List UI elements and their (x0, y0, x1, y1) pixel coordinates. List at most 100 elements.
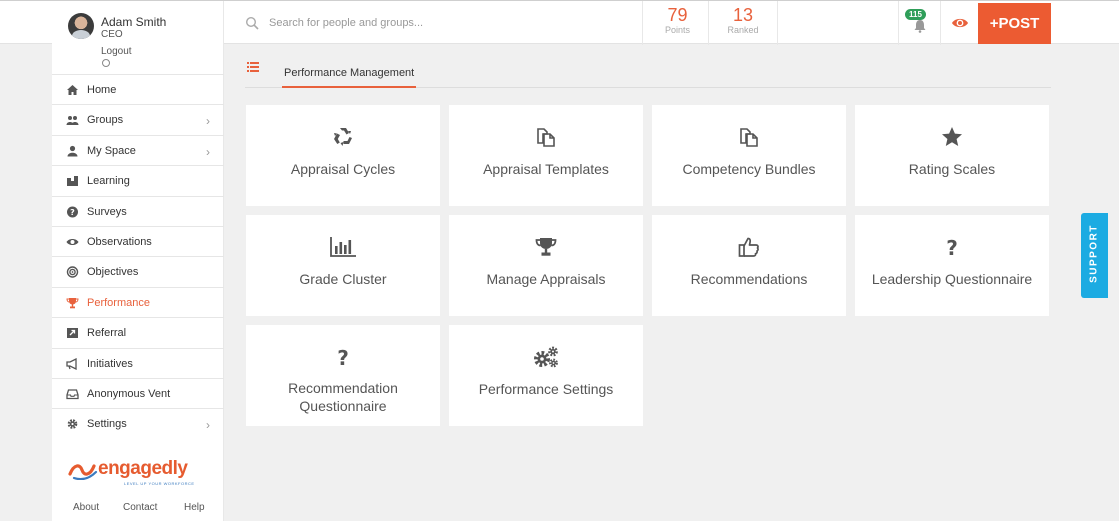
card-performance-settings[interactable]: Performance Settings (449, 325, 643, 426)
sidebar-item-home[interactable]: Home (52, 74, 224, 104)
trophy-icon (66, 297, 79, 309)
megaphone-icon (66, 357, 77, 370)
sidebar-item-groups[interactable]: Groups › (52, 104, 224, 134)
inbox-icon (66, 389, 79, 400)
recycle-icon (334, 128, 352, 146)
eye-icon (952, 18, 968, 28)
card-rating-scales[interactable]: Rating Scales (855, 105, 1049, 206)
card-competency-bundles[interactable]: Competency Bundles (652, 105, 846, 206)
home-icon (67, 85, 78, 95)
tab-performance-management[interactable]: Performance Management (282, 63, 417, 88)
user-icon (67, 145, 78, 157)
copy-icon (740, 128, 758, 147)
question-icon: ? (337, 346, 349, 369)
learning-icon (67, 176, 78, 187)
sidebar-item-settings[interactable]: Settings › (52, 408, 224, 438)
gear-icon (67, 419, 78, 430)
sidebar-item-label: Objectives (87, 266, 139, 279)
contact-link[interactable]: Contact (123, 502, 157, 513)
card-label: Recommendation Questionnaire (288, 380, 398, 414)
card-appraisal-cycles[interactable]: Appraisal Cycles (246, 105, 440, 206)
sidebar-item-objectives[interactable]: Objectives (52, 256, 224, 286)
search-input[interactable] (269, 13, 609, 33)
user-name[interactable]: Adam Smith (101, 15, 166, 29)
card-label: Recommendations (690, 271, 808, 287)
notifications-button[interactable]: 115 (898, 1, 940, 45)
svg-text:?: ? (946, 236, 958, 259)
ranked-label: Ranked (727, 25, 759, 35)
sidebar-item-label: Learning (87, 175, 130, 188)
card-label: Grade Cluster (299, 271, 387, 287)
card-label: Leadership Questionnaire (871, 271, 1033, 287)
points-label: Points (664, 25, 690, 35)
sidebar-item-label: Home (87, 84, 117, 96)
points-stat[interactable]: 79 Points (642, 1, 712, 45)
top-bar: Adam Smith CEO 79 Points 13 Ranked 115 +… (0, 0, 1119, 45)
sidebar-item-observations[interactable]: Observations (52, 225, 224, 256)
brand-logo[interactable]: engagedly LEVEL UP YOUR WORKFORCE (68, 456, 208, 486)
sidebar-item-label: Settings (87, 418, 127, 431)
card-grade-cluster[interactable]: Grade Cluster (246, 215, 440, 316)
thumbs-up-icon (738, 237, 759, 257)
card-appraisal-templates[interactable]: Appraisal Templates (449, 105, 643, 206)
sidebar-item-label: Referral (87, 327, 127, 340)
card-label: Performance Settings (478, 381, 614, 397)
card-label: Manage Appraisals (486, 271, 606, 287)
watch-button[interactable] (940, 1, 978, 45)
referral-icon (67, 328, 78, 339)
avatar[interactable] (68, 13, 94, 39)
card-label: Competency Bundles (682, 161, 816, 177)
search-bar (225, 1, 635, 45)
sidebar-item-label: Performance (87, 296, 150, 309)
sidebar-item-learning[interactable]: Learning (52, 165, 224, 195)
svg-text:?: ? (337, 346, 349, 369)
card-recommendations[interactable]: Recommendations (652, 215, 846, 316)
sidebar-item-performance[interactable]: Performance (52, 286, 224, 317)
star-icon (942, 127, 962, 146)
card-recommendation-questionnaire[interactable]: ? Recommendation Questionnaire (246, 325, 440, 426)
chevron-right-icon: › (206, 114, 210, 129)
groups-icon (66, 116, 79, 126)
sidebar-item-label: Anonymous Vent (87, 387, 171, 400)
search-icon (245, 16, 259, 30)
card-label: Appraisal Templates (483, 161, 609, 177)
sidebar-item-surveys[interactable]: ? Surveys (52, 195, 224, 226)
sidebar-item-label: Groups (87, 114, 124, 127)
copy-icon (537, 128, 555, 147)
sidebar: Logout Home Groups › My Space › Learning… (52, 44, 224, 521)
gears-icon (534, 346, 558, 368)
sidebar-item-my-space[interactable]: My Space › (52, 134, 224, 165)
post-button[interactable]: +POST (978, 3, 1051, 44)
points-value: 79 (667, 5, 688, 25)
ranked-stat[interactable]: 13 Ranked (708, 1, 778, 45)
sidebar-item-label: Initiatives (87, 357, 133, 370)
chevron-right-icon: › (206, 144, 210, 159)
sidebar-item-referral[interactable]: Referral (52, 317, 224, 347)
card-leadership-questionnaire[interactable]: ? Leadership Questionnaire (855, 215, 1049, 316)
sidebar-menu: Home Groups › My Space › Learning ? Surv… (52, 74, 224, 439)
logo-swoosh-icon (68, 464, 98, 480)
svg-text:?: ? (70, 208, 75, 217)
target-icon (66, 266, 79, 279)
bell-icon (914, 20, 926, 33)
help-link[interactable]: Help (184, 502, 205, 513)
user-profile[interactable]: Adam Smith CEO (52, 1, 224, 45)
sidebar-item-anonymous-vent[interactable]: Anonymous Vent (52, 377, 224, 408)
card-manage-appraisals[interactable]: Manage Appraisals (449, 215, 643, 316)
clock-icon (102, 59, 110, 67)
question-circle-icon: ? (67, 206, 78, 218)
logout-link[interactable]: Logout (101, 46, 132, 57)
brand-name: engagedly (98, 458, 188, 479)
about-link[interactable]: About (73, 502, 99, 513)
support-tab[interactable]: SUPPORT (1081, 213, 1108, 298)
sidebar-item-label: Surveys (87, 205, 127, 218)
support-label: SUPPORT (1088, 224, 1100, 283)
card-label: Appraisal Cycles (290, 161, 396, 177)
bar-chart-icon (330, 237, 356, 257)
eye-icon (66, 238, 79, 245)
sidebar-item-initiatives[interactable]: Initiatives (52, 347, 224, 378)
card-label: Rating Scales (908, 161, 996, 177)
brand-tagline: LEVEL UP YOUR WORKFORCE (124, 481, 195, 486)
ranked-value: 13 (732, 5, 754, 25)
chevron-right-icon: › (206, 418, 210, 433)
